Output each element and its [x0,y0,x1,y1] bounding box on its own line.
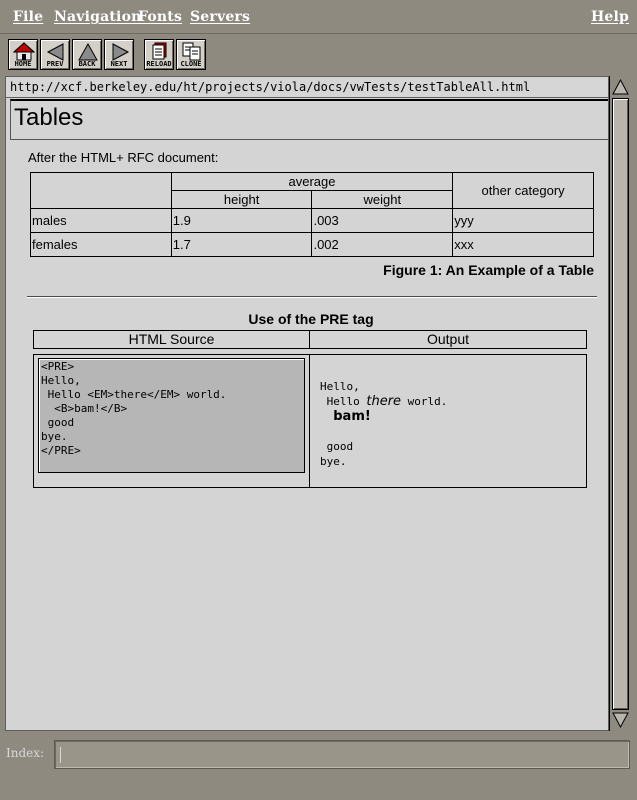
rendered-output: Hello, Hello there world. bam! good bye. [320,379,447,469]
output-line: Hello, [320,380,360,393]
reload-icon [152,42,167,60]
clone-icon [182,42,201,61]
other-category-header: other category [452,172,594,209]
code-line: Hello, [41,374,81,387]
height-cell: 1.9 [170,208,313,233]
clone-label: CLONE [180,60,202,68]
output-line: Hello there world. [320,394,448,409]
height-header: height [170,190,313,209]
table-row: males 1.9 .003 yyy [30,208,594,233]
scroll-up-arrow-icon[interactable] [612,78,629,96]
vertical-scrollbar[interactable] [609,76,630,731]
output-line: bam! [320,409,447,424]
output-header: Output [309,330,587,349]
home-icon [13,42,35,61]
home-button[interactable]: HOME [8,39,38,70]
output-bold: bam! [333,409,371,424]
home-label: HOME [14,60,32,68]
pre-section-title: Use of the PRE tag [248,311,374,327]
text-caret [60,747,61,763]
code-line: <B>bam!</B> [41,402,128,415]
menu-navigation[interactable]: Navigation [54,9,141,25]
row-label: females [30,232,172,257]
example-table: average other category height weight mal… [30,172,594,257]
weight-cell: .003 [311,208,454,233]
index-input[interactable] [54,740,630,769]
title-box: Tables [10,99,608,140]
prev-button[interactable]: PREV [40,39,70,70]
height-cell: 1.7 [170,232,313,257]
code-line: Hello <EM>there</EM> world. [41,388,227,401]
menu-bar: File Navigation Fonts Servers Help [0,0,637,34]
code-line: <PRE> [41,360,75,373]
output-line: bye. [320,455,347,468]
clone-button[interactable]: CLONE [176,39,206,70]
output-text: world. [401,395,448,408]
menu-servers[interactable]: Servers [190,9,250,25]
other-cell: xxx [452,232,594,257]
next-button[interactable]: NEXT [104,39,134,70]
weight-header: weight [311,190,454,209]
up-arrow-icon [78,42,98,61]
source-cell: <PRE> Hello, Hello <EM>there</EM> world. … [33,354,310,488]
back-button[interactable]: BACK [72,39,102,70]
output-emphasis: there [366,394,402,409]
index-label: Index: [6,746,45,760]
next-icon [112,43,130,61]
reload-label: RELOAD [146,60,172,68]
next-label: NEXT [110,60,128,68]
html-source-header: HTML Source [33,330,310,349]
empty-corner-cell [30,172,172,209]
output-text: Hello [320,395,367,408]
figure-caption: Figure 1: An Example of a Table [383,262,594,278]
intro-text: After the HTML+ RFC document: [28,150,219,165]
code-line: bye. [41,430,68,443]
code-line: </PRE> [41,444,81,457]
output-cell: Hello, Hello there world. bam! good bye. [309,354,587,488]
prev-icon [46,43,64,61]
back-label: BACK [78,60,96,68]
horizontal-rule [27,296,597,298]
reload-button[interactable]: RELOAD [144,39,174,70]
average-header: average [170,172,454,191]
menu-fonts[interactable]: Fonts [138,9,182,25]
output-line: good [320,440,354,453]
toolbar: HOME PREV BACK NEXT RELOAD CLONE [0,35,637,105]
menu-file[interactable]: File [13,9,43,25]
prev-label: PREV [46,60,64,68]
url-field[interactable]: http://xcf.berkeley.edu/ht/projects/viol… [5,76,609,98]
scrollbar-thumb[interactable] [612,98,629,710]
row-label: males [30,208,172,233]
other-cell: yyy [452,208,594,233]
code-line: good [41,416,75,429]
weight-cell: .002 [311,232,454,257]
menu-help[interactable]: Help [591,9,629,25]
document-view: Tables After the HTML+ RFC document: ave… [5,98,609,731]
scroll-down-arrow-icon[interactable] [612,711,629,729]
page-title: Tables [14,104,84,131]
source-code-box: <PRE> Hello, Hello <EM>there</EM> world. … [38,358,305,473]
table-row: females 1.7 .002 xxx [30,232,594,257]
